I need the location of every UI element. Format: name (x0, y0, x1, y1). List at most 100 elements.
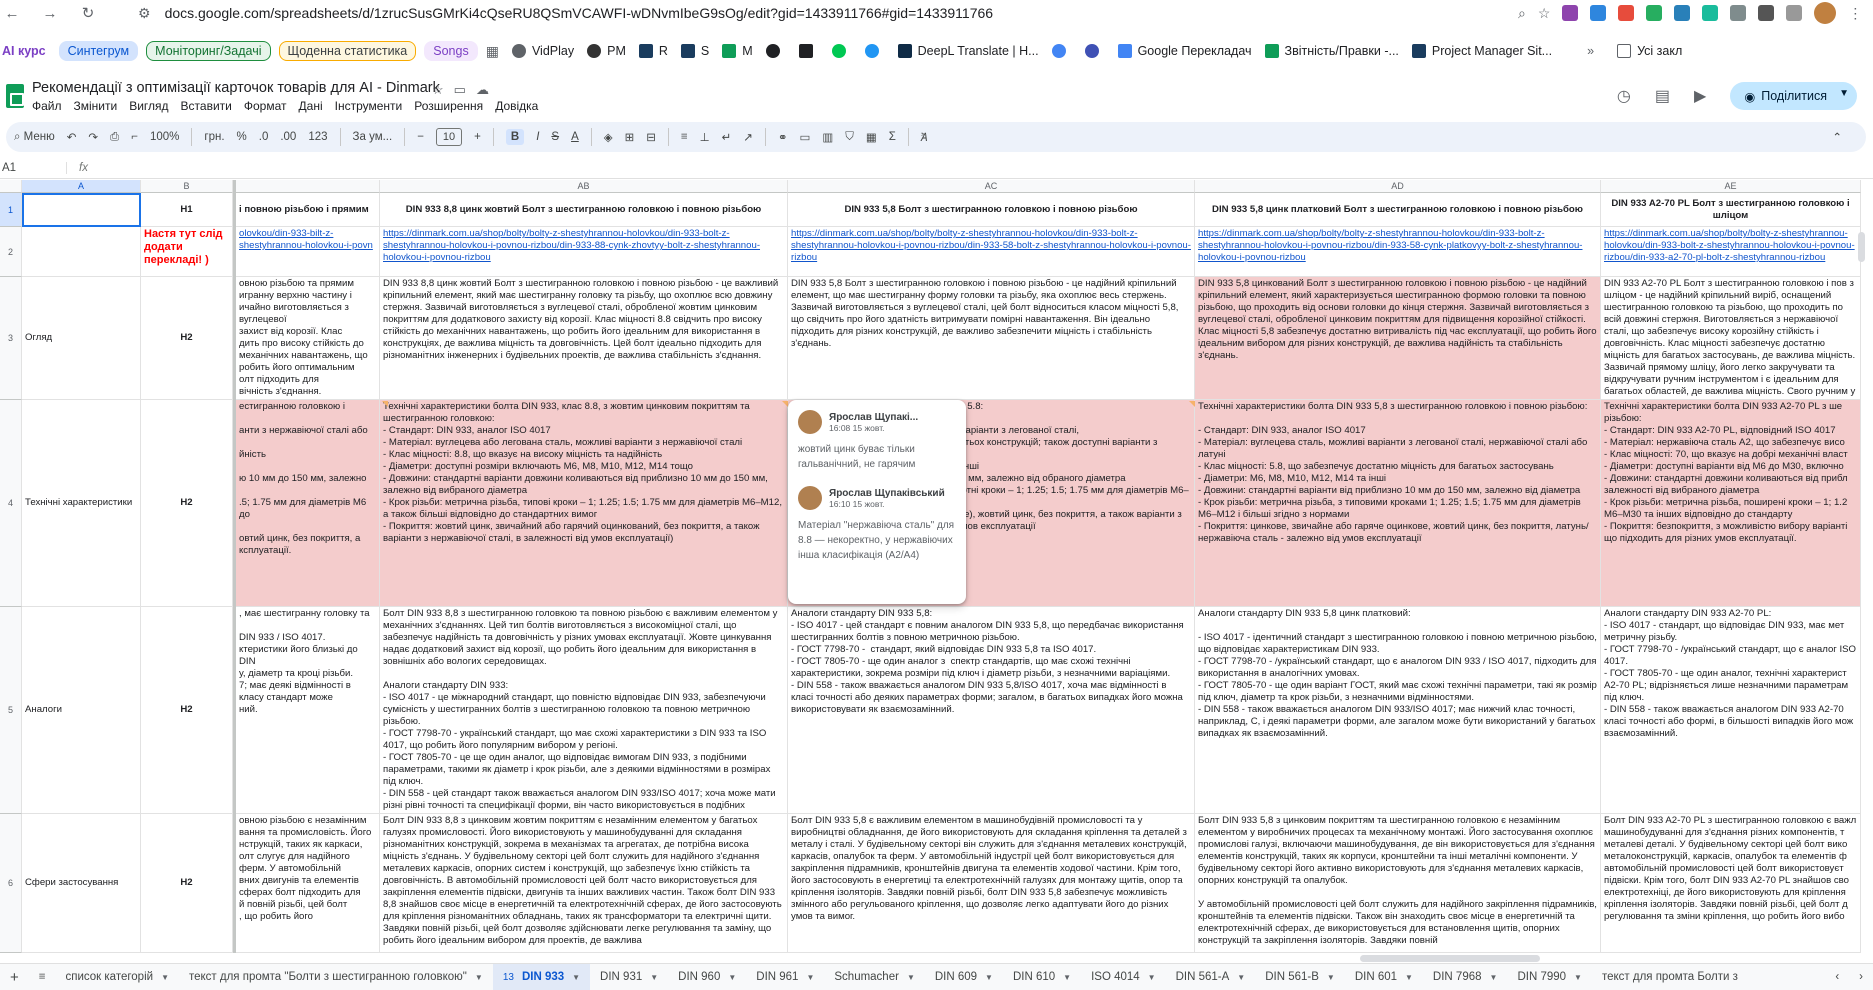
cell-a5[interactable]: Аналоги (22, 607, 141, 814)
cell-ae6[interactable]: Болт DIN 933 A2-70 PL з шестигранною гол… (1601, 814, 1861, 953)
bookmark-r[interactable]: R (638, 44, 668, 58)
star-icon[interactable]: ☆ (432, 82, 444, 98)
cell-ad2[interactable]: https://dinmark.com.ua/shop/bolty/bolty-… (1195, 227, 1601, 277)
sheet-tab[interactable]: DIN 561-A ▼ (1166, 964, 1256, 990)
bookmark-m[interactable]: M (722, 44, 753, 58)
menu-help[interactable]: Довідка (495, 99, 538, 113)
filter-views-icon[interactable]: ▦ (866, 130, 877, 144)
move-folder-icon[interactable]: ▭ (454, 82, 466, 98)
bookmark-icon[interactable] (798, 44, 819, 58)
cell-b3[interactable]: H2 (141, 277, 233, 400)
cell-a6[interactable]: Сфери застосування (22, 814, 141, 953)
extension-icon[interactable] (1702, 5, 1719, 21)
chevron-down-icon[interactable]: ▼ (1839, 88, 1849, 99)
collapse-toolbar-icon[interactable]: ⌃ (1832, 130, 1842, 144)
redo-icon[interactable]: ↷ (88, 130, 98, 144)
cell-ab6[interactable]: Болт DIN 933 8,8 з цинковим жовтим покри… (380, 814, 788, 953)
star-icon[interactable]: ☆ (1538, 5, 1551, 22)
bookmark-deepl[interactable]: DeepL Translate | H... (897, 44, 1039, 58)
bookmark-songs[interactable]: Songs (424, 41, 478, 61)
bookmark-syntegrum[interactable]: Синтегрум (58, 41, 139, 61)
column-header-ad[interactable]: AD (1195, 180, 1601, 193)
cell-b2[interactable]: Настя тут слід додати перекладі! ) (141, 227, 233, 277)
functions-icon[interactable]: Σ (889, 131, 896, 143)
sheet-tab[interactable]: список категорій ▼ (55, 964, 179, 990)
fill-color-icon[interactable]: ◈ (604, 130, 613, 144)
all-bookmarks[interactable]: Усі закл (1617, 44, 1682, 58)
sheet-tab[interactable]: DIN 7968 ▼ (1423, 964, 1508, 990)
bookmark-ai-course[interactable]: AI курс (2, 44, 46, 58)
cell-ac5[interactable]: Аналоги стандарту DIN 933 5,8: - ISO 401… (788, 607, 1195, 814)
text-rotation-icon[interactable]: ↗ (743, 130, 753, 144)
sheet-tab-active[interactable]: 13 DIN 933 ▼ (492, 964, 591, 990)
bookmark-pm[interactable]: PM (587, 44, 626, 58)
sheet-tab[interactable]: DIN 961 ▼ (746, 964, 824, 990)
cell-ad4[interactable]: Технічні характеристики болта DIN 933 5,… (1195, 400, 1601, 607)
bookmark-icon[interactable] (831, 44, 852, 58)
zoom-icon[interactable]: ⌕ (1518, 5, 1526, 22)
extension-icon[interactable] (1758, 5, 1775, 21)
meet-icon[interactable]: ▶ (1694, 86, 1706, 106)
sheet-tab[interactable]: Schumacher ▼ (824, 964, 924, 990)
cell-a1[interactable] (22, 193, 141, 227)
input-tools-icon[interactable]: Ꞻ (921, 130, 927, 145)
cell-ae2[interactable]: https://dinmark.com.ua/shop/bolty/bolty-… (1601, 227, 1861, 277)
row-header-5[interactable]: 5 (0, 607, 22, 814)
increase-decimals[interactable]: .00 (280, 131, 296, 143)
cell-ac6[interactable]: Болт DIN 933 5,8 є важливим елементом в … (788, 814, 1195, 953)
sheet-tab[interactable]: DIN 7990 ▼ (1507, 964, 1592, 990)
cell-a3[interactable]: Огляд (22, 277, 141, 400)
doc-title[interactable]: Рекомендації з оптимізації карточок това… (32, 80, 440, 96)
cell-aa2[interactable]: olovkou/din-933-bilt-z-shestyhrannou-hol… (236, 227, 380, 277)
menu-edit[interactable]: Змінити (74, 99, 118, 113)
align-vertical-icon[interactable]: ⊥ (700, 130, 710, 144)
forward-icon[interactable]: → (38, 5, 62, 22)
cell-ab4[interactable]: Технічні характеристики болта DIN 933, к… (380, 400, 788, 607)
insert-link-icon[interactable]: ⚭ (778, 130, 788, 144)
menu-extensions[interactable]: Розширення (414, 99, 483, 113)
italic-button[interactable]: I (536, 131, 539, 143)
align-horizontal-icon[interactable]: ≡ (681, 131, 688, 143)
text-wrap-icon[interactable]: ↵ (722, 130, 732, 144)
profile-avatar[interactable] (1814, 2, 1837, 24)
bookmark-s[interactable]: S (680, 44, 709, 58)
search-menu[interactable]: ⌕ Меню (14, 131, 55, 144)
bookmark-icon[interactable] (1084, 44, 1105, 58)
horizontal-scrollbar[interactable] (1360, 955, 1540, 962)
menu-view[interactable]: Вигляд (129, 99, 168, 113)
cell-ae5[interactable]: Аналоги стандарту DIN 933 A2-70 PL: - IS… (1601, 607, 1861, 814)
insert-comment-icon[interactable]: ▭ (800, 130, 811, 144)
comment-thread-popup[interactable]: Ярослав Щупакі... 16:08 15 жовт. жовтий … (788, 400, 966, 604)
paint-format-icon[interactable]: ⌐ (131, 131, 138, 143)
menu-dots-icon[interactable]: ⋮ (1848, 5, 1862, 22)
sheet-tab[interactable]: DIN 931 ▼ (590, 964, 668, 990)
scroll-tabs-right-icon[interactable]: › (1849, 964, 1873, 990)
sheet-tab[interactable]: DIN 610 ▼ (1003, 964, 1081, 990)
select-all-corner[interactable] (0, 180, 22, 193)
cell-aa3[interactable]: овною різьбою та прямим игранну верхню ч… (236, 277, 380, 400)
cell-ad1[interactable]: DIN 933 5,8 цинк платковий Болт з шестиг… (1195, 193, 1601, 227)
sheet-tab[interactable]: текст для промта Болти з (1592, 964, 1748, 990)
history-icon[interactable]: ◷ (1617, 86, 1631, 106)
bookmark-icon[interactable] (864, 44, 885, 58)
extension-icon[interactable] (1674, 5, 1691, 21)
sheet-tab[interactable]: текст для промта "Болти з шестигранною г… (179, 964, 493, 990)
column-header-ac[interactable]: AC (788, 180, 1195, 193)
menu-tools[interactable]: Інструменти (335, 99, 403, 113)
sheet-tab[interactable]: DIN 960 ▼ (668, 964, 746, 990)
comments-icon[interactable]: ▤ (1655, 86, 1670, 106)
cloud-status-icon[interactable]: ☁ (476, 82, 489, 98)
merge-cells-icon[interactable]: ⊟ (646, 130, 656, 144)
zoom-select[interactable]: 100% (150, 131, 179, 143)
extension-icon[interactable] (1562, 5, 1579, 21)
cell-a2[interactable] (22, 227, 141, 277)
back-icon[interactable]: ← (0, 5, 24, 22)
font-size-input[interactable]: 10 (435, 128, 463, 146)
row-header-3[interactable]: 3 (0, 277, 22, 400)
strikethrough-button[interactable]: S (551, 131, 559, 143)
gemini-icon[interactable] (1051, 44, 1072, 58)
column-header-ab[interactable]: AB (380, 180, 788, 193)
cell-aa5[interactable]: , має шестигранну головку та DIN 933 / I… (236, 607, 380, 814)
cell-ab1[interactable]: DIN 933 8,8 цинк жовтий Болт з шестигран… (380, 193, 788, 227)
cell-b1[interactable]: H1 (141, 193, 233, 227)
